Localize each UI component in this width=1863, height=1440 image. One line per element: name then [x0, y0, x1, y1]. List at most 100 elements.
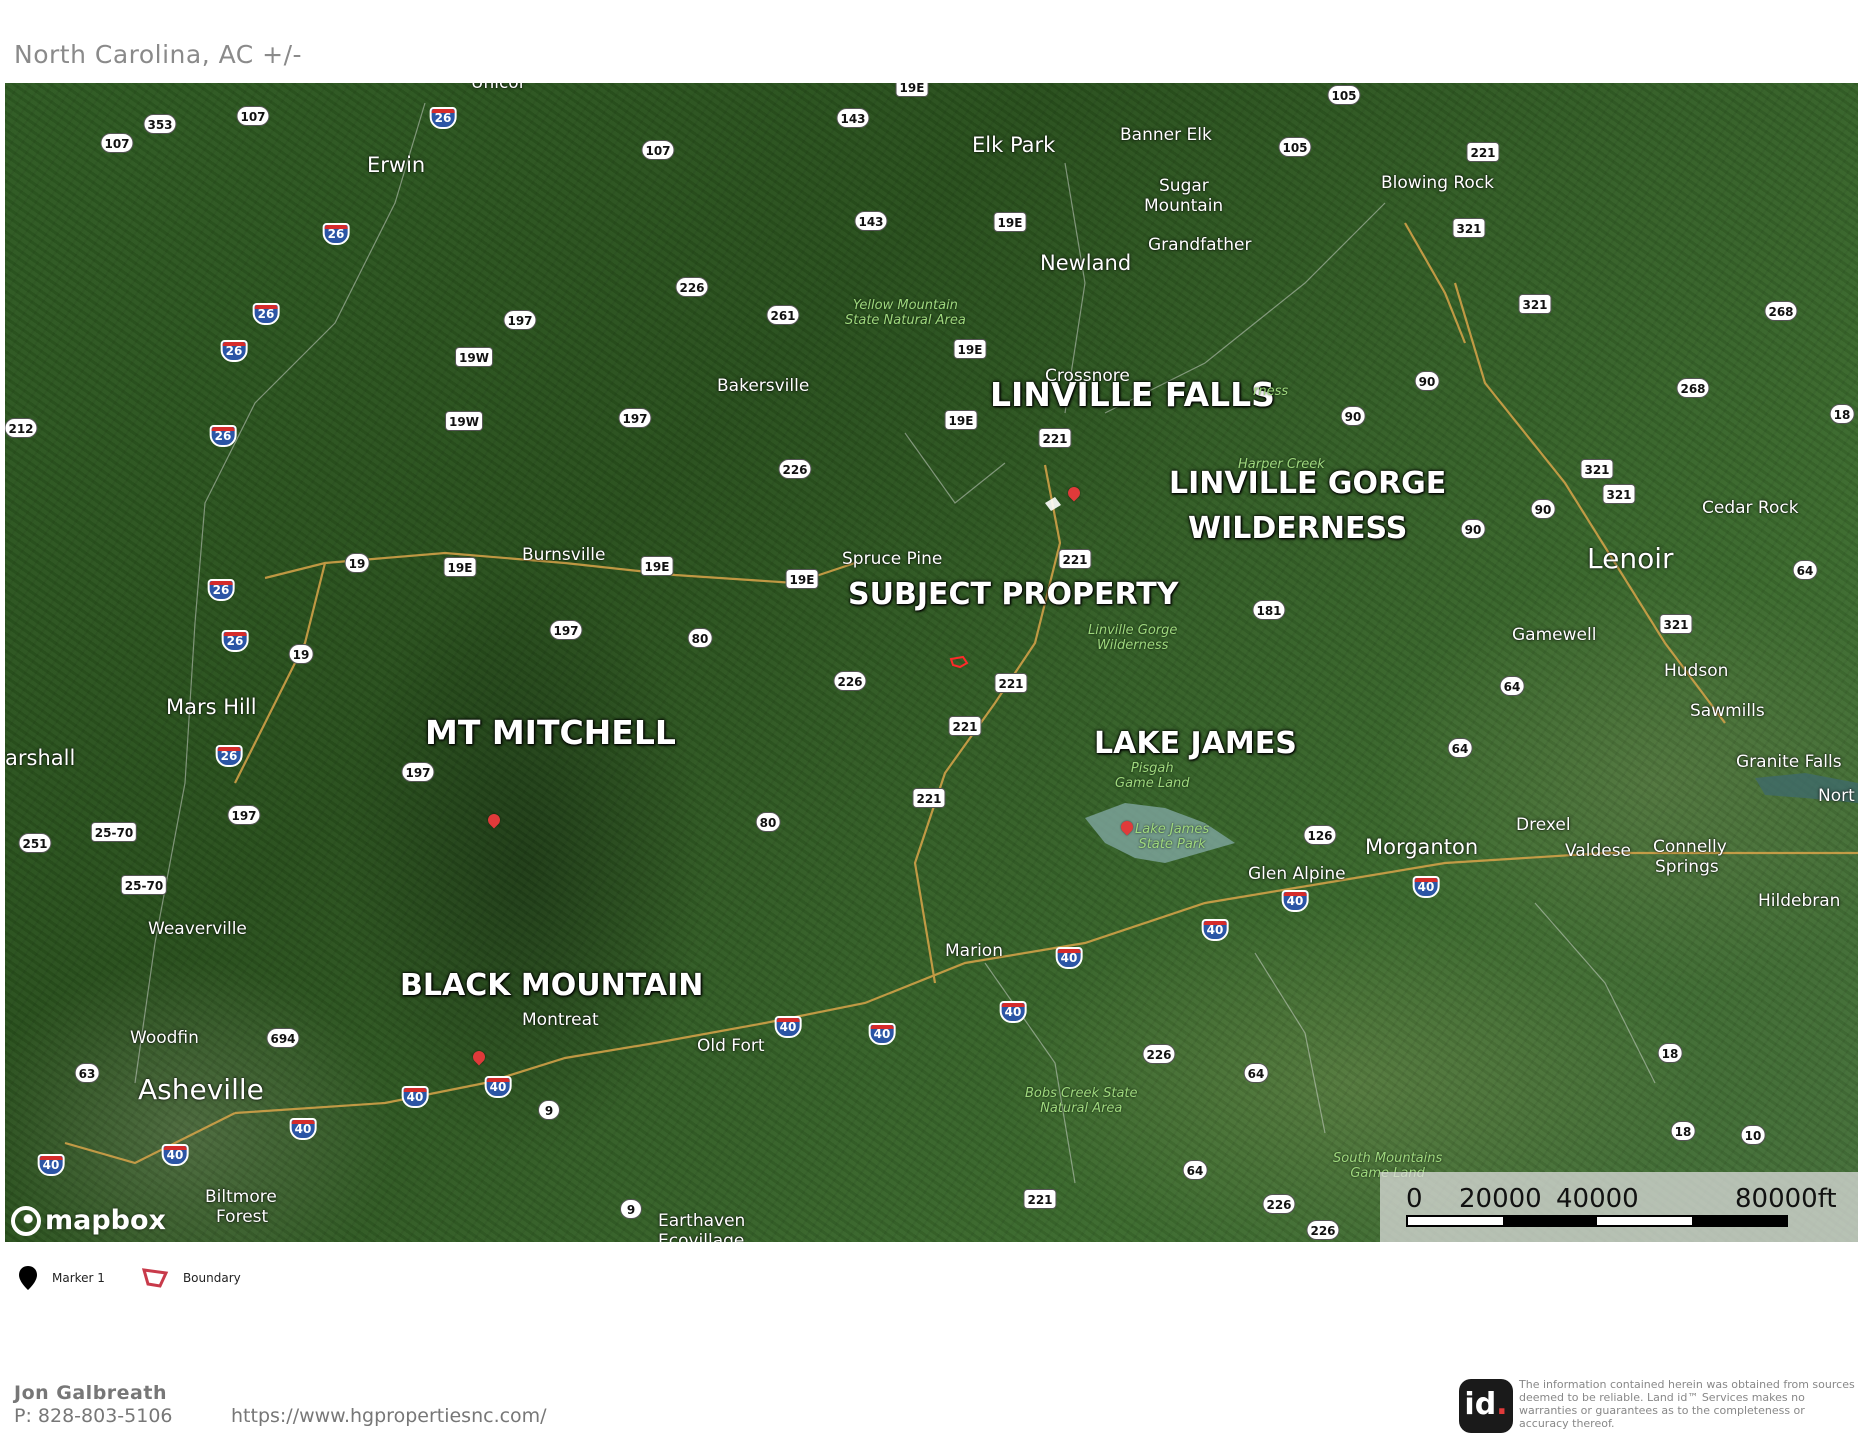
- route-shield-19e-icon: 19E: [443, 557, 477, 577]
- mapbox-wordmark: mapbox: [45, 1205, 166, 1236]
- roads-layer: [64, 102, 1858, 1184]
- route-shield-26-icon: 26: [221, 630, 249, 652]
- mapbox-attribution[interactable]: mapbox: [11, 1205, 166, 1236]
- place-morganton: Morganton: [1365, 835, 1479, 859]
- route-shield-19e-icon: 19E: [993, 212, 1027, 232]
- route-shield-40-icon: 40: [868, 1023, 896, 1045]
- place-north: Nort: [1818, 786, 1855, 806]
- route-shield-80-icon: 80: [687, 628, 713, 648]
- route-shield-321-icon: 321: [1580, 459, 1614, 479]
- route-shield-90-icon: 90: [1460, 519, 1486, 539]
- route-shield-19-icon: 19: [288, 644, 314, 664]
- route-shield-40-icon: 40: [289, 1118, 317, 1140]
- place-connelly-1: Connelly: [1653, 837, 1727, 857]
- route-shield-40-icon: 40: [401, 1086, 429, 1108]
- park-lake-james-state-park: Lake James State Park: [1135, 822, 1210, 852]
- place-grandfather: Grandfather: [1148, 235, 1252, 255]
- route-shield-197-icon: 197: [503, 310, 537, 330]
- place-earthaven-2: Ecovillage: [658, 1231, 745, 1242]
- route-shield-40-icon: 40: [1201, 919, 1229, 941]
- route-shield-251-icon: 251: [18, 833, 52, 853]
- scale-bar-graphic: [1406, 1215, 1788, 1227]
- route-shield-25-70-icon: 25-70: [90, 822, 138, 842]
- route-shield-105-icon: 105: [1278, 137, 1312, 157]
- place-biltmore-1: Biltmore: [205, 1187, 277, 1207]
- route-shield-226-icon: 226: [778, 459, 812, 479]
- route-shield-107-icon: 107: [100, 133, 134, 153]
- scale-label-80000: 80000ft: [1735, 1184, 1837, 1214]
- route-shield-19e-icon: 19E: [640, 556, 674, 576]
- route-shield-40-icon: 40: [774, 1016, 802, 1038]
- scale-bar: 0 20000 40000 80000ft: [1380, 1172, 1858, 1242]
- label-linville-gorge-line2: WILDERNESS: [1188, 511, 1408, 546]
- place-hildebran: Hildebran: [1758, 891, 1841, 911]
- route-shield-221-icon: 221: [1023, 1189, 1057, 1209]
- park-linville-gorge-wilderness: Linville Gorge Wilderness: [1088, 623, 1178, 653]
- route-shield-321-icon: 321: [1659, 614, 1693, 634]
- place-asheville: Asheville: [138, 1073, 264, 1106]
- place-marion: Marion: [945, 941, 1003, 961]
- route-shield-226-icon: 226: [1306, 1220, 1340, 1240]
- route-shield-9-icon: 9: [620, 1199, 642, 1219]
- route-shield-181-icon: 181: [1252, 600, 1286, 620]
- legend-item-marker: Marker 1: [18, 1265, 105, 1291]
- agent-website-link[interactable]: https://www.hgpropertiesnc.com/: [231, 1405, 547, 1427]
- park-pisgah-game-land: Pisgah Game Land: [1115, 761, 1190, 791]
- place-erwin: Erwin: [367, 153, 426, 177]
- route-shield-19e-icon: 19E: [953, 339, 987, 359]
- route-shield-268-icon: 268: [1764, 301, 1798, 321]
- route-shield-105-icon: 105: [1327, 85, 1361, 105]
- route-shield-321-icon: 321: [1602, 484, 1636, 504]
- route-shield-63-icon: 63: [74, 1063, 100, 1083]
- route-shield-143-icon: 143: [854, 211, 888, 231]
- legend-marker-label: Marker 1: [52, 1271, 105, 1285]
- route-shield-18-icon: 18: [1829, 404, 1855, 424]
- route-shield-212-icon: 212: [5, 418, 38, 438]
- park-wilderness-fragment: rness: [1253, 384, 1289, 399]
- route-shield-226-icon: 226: [1262, 1194, 1296, 1214]
- route-shield-26-icon: 26: [215, 745, 243, 767]
- place-drexel: Drexel: [1516, 815, 1571, 835]
- route-shield-197-icon: 197: [401, 762, 435, 782]
- place-sawmills: Sawmills: [1690, 701, 1765, 721]
- route-shield-126-icon: 126: [1303, 825, 1337, 845]
- route-shield-107-icon: 107: [236, 106, 270, 126]
- route-shield-40-icon: 40: [1281, 890, 1309, 912]
- place-crossnore: Crossnore: [1045, 366, 1130, 386]
- route-shield-40-icon: 40: [161, 1144, 189, 1166]
- route-shield-226-icon: 226: [1142, 1044, 1176, 1064]
- place-valdese: Valdese: [1565, 841, 1632, 861]
- route-shield-26-icon: 26: [209, 425, 237, 447]
- route-shield-221-icon: 221: [1058, 549, 1092, 569]
- route-shield-40-icon: 40: [37, 1154, 65, 1176]
- route-shield-9-icon: 9: [538, 1100, 560, 1120]
- map-pin-icon: [19, 1266, 37, 1290]
- place-gamewell: Gamewell: [1512, 625, 1597, 645]
- route-shield-90-icon: 90: [1414, 371, 1440, 391]
- route-shield-80-icon: 80: [755, 812, 781, 832]
- route-shield-19w-icon: 19W: [445, 411, 483, 431]
- route-shield-19-icon: 19: [344, 553, 370, 573]
- place-hudson: Hudson: [1664, 661, 1729, 681]
- route-shield-90-icon: 90: [1530, 499, 1556, 519]
- route-shield-197-icon: 197: [618, 408, 652, 428]
- route-shield-221-icon: 221: [994, 673, 1028, 693]
- scale-label-40000: 40000: [1556, 1184, 1639, 1214]
- land-id-logo: id.: [1459, 1379, 1513, 1433]
- route-shield-19w-icon: 19W: [455, 347, 493, 367]
- route-shield-18-icon: 18: [1657, 1043, 1683, 1063]
- place-burnsville: Burnsville: [522, 545, 606, 565]
- map-view[interactable]: LINVILLE FALLS LINVILLE GORGE WILDERNESS…: [5, 83, 1858, 1242]
- land-id-logo-text: id: [1464, 1387, 1497, 1422]
- route-shield-19e-icon: 19E: [785, 569, 819, 589]
- route-shield-694-icon: 694: [266, 1028, 300, 1048]
- place-blowing-rock: Blowing Rock: [1381, 173, 1495, 193]
- route-shield-26-icon: 26: [322, 223, 350, 245]
- label-mt-mitchell: MT MITCHELL: [425, 713, 676, 752]
- scale-segment: [1691, 1217, 1786, 1225]
- route-shield-197-icon: 197: [227, 805, 261, 825]
- route-shield-40-icon: 40: [1055, 947, 1083, 969]
- route-shield-226-icon: 226: [675, 277, 709, 297]
- scale-segment: [1408, 1217, 1503, 1225]
- route-shield-10-icon: 10: [1740, 1125, 1766, 1145]
